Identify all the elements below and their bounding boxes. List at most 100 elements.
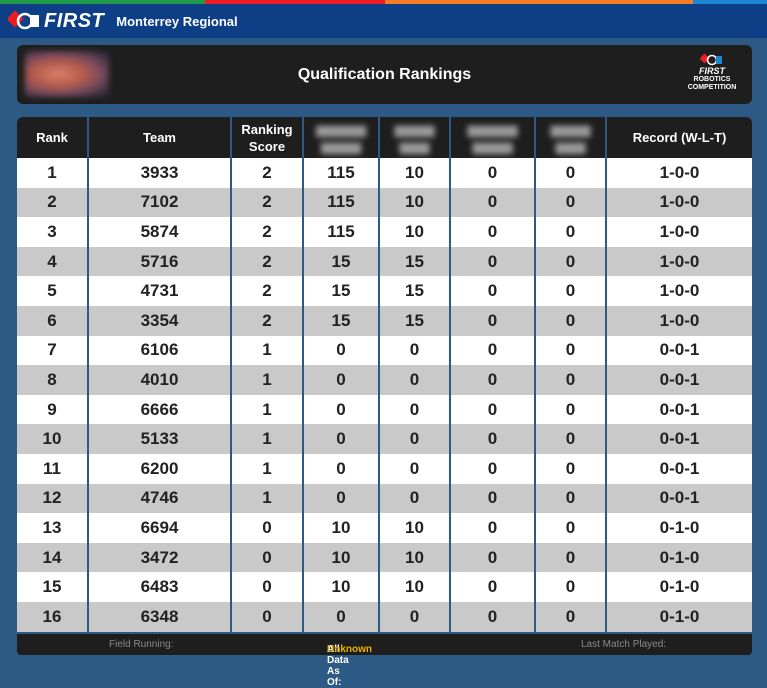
rankings-table: Rank Team Ranking Score ▆▆▆▆▆ ▆▆▆▆ ▆▆▆▆ ▆▆…: [17, 117, 752, 632]
table-row[interactable]: 16 6348 0 0 0 0 0 0-1-0: [17, 601, 752, 632]
cell-stat-1: 115: [304, 217, 380, 247]
cell-stat-3: 0: [451, 542, 536, 573]
cell-team: 4010: [89, 365, 232, 395]
cell-rank: 13: [17, 513, 89, 543]
field-running-label: Field Running:: [109, 639, 174, 650]
blurred-header-text: ▆▆▆▆▆ ▆▆▆▆: [316, 121, 366, 154]
cell-ranking-score: 2: [232, 305, 304, 336]
cell-stat-1: 0: [304, 335, 380, 366]
cell-stat-3: 0: [451, 601, 536, 632]
cell-stat-2: 10: [380, 513, 451, 543]
cell-team: 3354: [89, 305, 232, 336]
cell-stat-4: 0: [536, 276, 607, 306]
cell-stat-3: 0: [451, 572, 536, 602]
page-title: Qualification Rankings: [297, 65, 472, 83]
cell-record: 0-1-0: [607, 572, 752, 602]
last-match-played-label: Last Match Played:: [581, 639, 667, 650]
cell-record: 1-0-0: [607, 305, 752, 336]
cell-record: 0-0-1: [607, 483, 752, 514]
table-row[interactable]: 5 4731 2 15 15 0 0 1-0-0: [17, 276, 752, 306]
cell-stat-1: 15: [304, 246, 380, 277]
cell-ranking-score: 2: [232, 217, 304, 247]
col-header-team[interactable]: Team: [89, 117, 232, 158]
cell-rank: 9: [17, 394, 89, 425]
cell-stat-4: 0: [536, 246, 607, 277]
table-row[interactable]: 1 3933 2 115 10 0 0 1-0-0: [17, 158, 752, 188]
cell-rank: 6: [17, 305, 89, 336]
cell-stat-2: 10: [380, 542, 451, 573]
cell-team: 6106: [89, 335, 232, 366]
cell-team: 5874: [89, 217, 232, 247]
table-row[interactable]: 2 7102 2 115 10 0 0 1-0-0: [17, 187, 752, 218]
cell-stat-1: 0: [304, 394, 380, 425]
cell-ranking-score: 1: [232, 335, 304, 366]
first-logo: FIRST: [8, 10, 104, 33]
table-row[interactable]: 7 6106 1 0 0 0 0 0-0-1: [17, 335, 752, 366]
cell-record: 0-0-1: [607, 335, 752, 366]
col-header-blurred-3[interactable]: ▆▆▆▆▆ ▆▆▆▆: [451, 117, 536, 158]
cell-stat-1: 15: [304, 276, 380, 306]
cell-rank: 16: [17, 601, 89, 632]
table-row[interactable]: 8 4010 1 0 0 0 0 0-0-1: [17, 365, 752, 395]
table-row[interactable]: 12 4746 1 0 0 0 0 0-0-1: [17, 483, 752, 514]
cell-record: 0-1-0: [607, 542, 752, 573]
col-header-record[interactable]: Record (W-L-T): [607, 117, 752, 158]
cell-stat-1: 10: [304, 542, 380, 573]
cell-team: 6483: [89, 572, 232, 602]
cell-record: 1-0-0: [607, 276, 752, 306]
cell-stat-3: 0: [451, 394, 536, 425]
rankings-table-wrap: Rank Team Ranking Score ▆▆▆▆▆ ▆▆▆▆ ▆▆▆▆ ▆▆…: [17, 117, 752, 632]
cell-ranking-score: 0: [232, 601, 304, 632]
cell-rank: 8: [17, 365, 89, 395]
all-data-value: Unknown: [327, 644, 372, 655]
cell-stat-4: 0: [536, 483, 607, 514]
table-row[interactable]: 13 6694 0 10 10 0 0 0-1-0: [17, 513, 752, 543]
cell-stat-3: 0: [451, 483, 536, 514]
col-header-blurred-2[interactable]: ▆▆▆▆ ▆▆▆: [380, 117, 451, 158]
status-footer: Field Running: All Data As Of: Unknown L…: [17, 634, 752, 688]
cell-rank: 3: [17, 217, 89, 247]
cell-stat-4: 0: [536, 542, 607, 573]
cell-stat-4: 0: [536, 365, 607, 395]
cell-stat-1: 0: [304, 453, 380, 484]
col-header-rank[interactable]: Rank: [17, 117, 89, 158]
col-header-blurred-4[interactable]: ▆▆▆▆ ▆▆▆: [536, 117, 607, 158]
table-row[interactable]: 15 6483 0 10 10 0 0 0-1-0: [17, 572, 752, 602]
table-row[interactable]: 9 6666 1 0 0 0 0 0-0-1: [17, 394, 752, 425]
cell-stat-2: 10: [380, 217, 451, 247]
cell-stat-1: 0: [304, 424, 380, 454]
table-row[interactable]: 11 6200 1 0 0 0 0 0-0-1: [17, 453, 752, 484]
frc-logo: FIRST ROBOTICS COMPETITION: [682, 53, 742, 97]
cell-stat-1: 0: [304, 601, 380, 632]
table-row[interactable]: 6 3354 2 15 15 0 0 1-0-0: [17, 305, 752, 336]
cell-stat-4: 0: [536, 187, 607, 218]
cell-ranking-score: 1: [232, 483, 304, 514]
cell-team: 3933: [89, 158, 232, 188]
cell-team: 4746: [89, 483, 232, 514]
cell-ranking-score: 0: [232, 542, 304, 573]
table-row[interactable]: 14 3472 0 10 10 0 0 0-1-0: [17, 542, 752, 573]
cell-stat-3: 0: [451, 276, 536, 306]
cell-ranking-score: 2: [232, 246, 304, 277]
cell-record: 1-0-0: [607, 158, 752, 188]
cell-stat-1: 10: [304, 513, 380, 543]
col-header-ranking-score-line1: Ranking: [241, 121, 293, 137]
frc-logo-line2: COMPETITION: [687, 84, 737, 91]
col-header-blurred-1[interactable]: ▆▆▆▆▆ ▆▆▆▆: [304, 117, 380, 158]
cell-stat-2: 0: [380, 335, 451, 366]
cell-ranking-score: 2: [232, 187, 304, 218]
table-row[interactable]: 4 5716 2 15 15 0 0 1-0-0: [17, 246, 752, 277]
cell-stat-4: 0: [536, 158, 607, 188]
col-header-ranking-score[interactable]: Ranking Score: [232, 117, 304, 158]
table-row[interactable]: 10 5133 1 0 0 0 0 0-0-1: [17, 424, 752, 454]
cell-record: 0-1-0: [607, 513, 752, 543]
cell-rank: 11: [17, 453, 89, 484]
cell-team: 7102: [89, 187, 232, 218]
cell-ranking-score: 2: [232, 158, 304, 188]
frc-logo-line1: ROBOTICS: [693, 76, 731, 83]
cell-team: 6348: [89, 601, 232, 632]
cell-stat-3: 0: [451, 335, 536, 366]
table-row[interactable]: 3 5874 2 115 10 0 0 1-0-0: [17, 217, 752, 247]
cell-stat-2: 0: [380, 365, 451, 395]
cell-team: 6200: [89, 453, 232, 484]
